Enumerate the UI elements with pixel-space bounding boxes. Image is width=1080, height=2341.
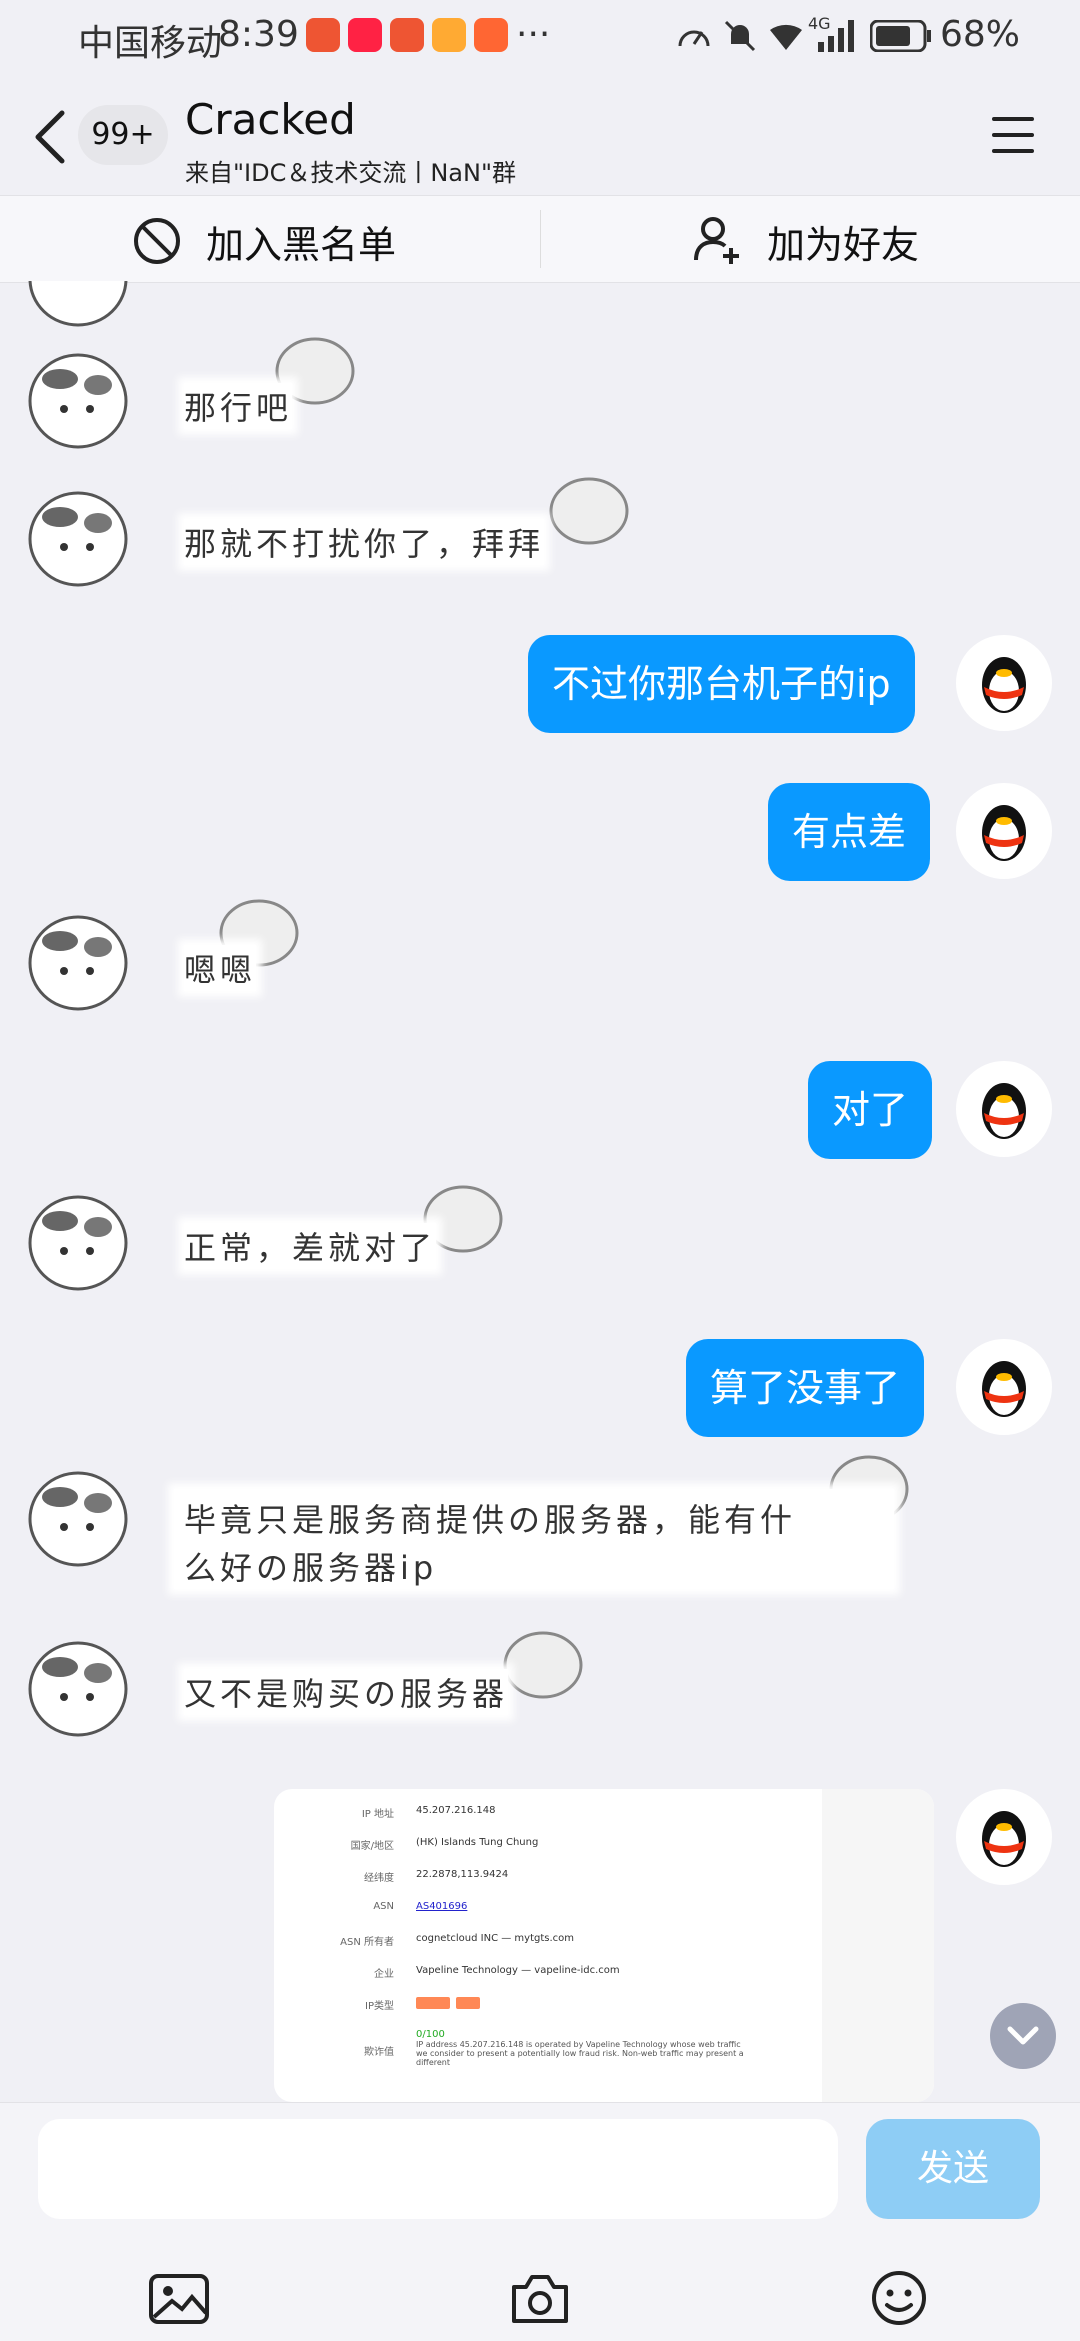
sticker-message[interactable]: 那行吧 — [134, 337, 364, 451]
blacklist-button[interactable]: 加入黑名单 — [0, 196, 540, 282]
ip-type-tag — [456, 1997, 480, 2009]
battery-icon — [870, 20, 931, 52]
ip-row-value: 22.2878,113.9424 — [416, 1869, 509, 1880]
sticker-message[interactable]: 又不是购买の服务器 — [134, 1631, 614, 1741]
add-friend-button[interactable]: 加为好友 — [541, 196, 1080, 282]
fraud-score: 0/100 — [416, 2029, 445, 2040]
blacklist-label: 加入黑名单 — [206, 223, 397, 267]
chat-title: Cracked — [185, 95, 356, 144]
app-notification-icon — [390, 18, 424, 52]
sticker-text: 又不是购买の服务器 — [184, 1669, 509, 1715]
penguin-avatar-icon[interactable] — [956, 635, 1052, 731]
more-notifications: ··· — [516, 14, 551, 55]
message-input[interactable] — [38, 2119, 838, 2219]
ip-type-tag — [416, 1997, 450, 2009]
message-bubble[interactable]: 有点差 — [768, 783, 931, 881]
fraud-note: IP address 45.207.216.148 is operated by… — [416, 2040, 744, 2067]
sticker-message[interactable]: 毕竟只是服务商提供の服务器，能有什 么好の服务器ip — [134, 1455, 934, 1599]
ip-row-value: 45.207.216.148 — [416, 1805, 496, 1816]
emoji-icon[interactable] — [870, 2269, 928, 2327]
add-friend-label: 加为好友 — [767, 223, 920, 267]
ip-row-label: 欺诈值 — [364, 2047, 394, 2058]
camera-icon[interactable] — [510, 2271, 570, 2325]
ip-row-label: ASN 所有者 — [340, 1937, 394, 1948]
sticker-text: 那就不打扰你了，拜拜 — [184, 519, 545, 565]
stranger-action-bar: 加入黑名单 加为好友 — [0, 195, 1080, 283]
message-bubble[interactable]: 对了 — [808, 1061, 933, 1159]
image-message[interactable]: IP 地址 45.207.216.148 国家/地区 (HK) Islands Tu… — [274, 1789, 934, 2102]
message-bubble[interactable]: 不过你那台机子的ip — [528, 635, 915, 733]
message-bubble[interactable]: 算了没事了 — [686, 1339, 925, 1437]
ip-row-label: IP 地址 — [361, 1809, 394, 1820]
ip-row-value: AS401696 — [416, 1901, 468, 1912]
signal-icon — [818, 20, 854, 52]
penguin-avatar-icon[interactable] — [956, 1061, 1052, 1157]
back-arrow-icon[interactable] — [30, 109, 70, 165]
image-margin — [822, 1789, 934, 2102]
message-list[interactable]: 那行吧 那就不打扰你了，拜拜 不过你那台机子的ip 有点差 嗯嗯 对了 正常，差… — [0, 281, 1080, 2102]
ip-row-label: 企业 — [374, 1969, 394, 1980]
speed-icon — [678, 30, 710, 47]
ip-row-value: (HK) Islands Tung Chung — [416, 1837, 539, 1848]
app-notification-icon — [348, 18, 382, 52]
composer: 发送 — [0, 2102, 1080, 2341]
ip-row-label: ASN — [373, 1901, 394, 1912]
sticker-message[interactable]: 嗯嗯 — [134, 899, 334, 1009]
ip-row-value: Vapeline Technology — vapeline-idc.com — [416, 1965, 620, 1976]
ip-row-label: 国家/地区 — [350, 1841, 394, 1852]
unread-count-badge[interactable]: 99+ — [78, 105, 168, 165]
mute-icon — [724, 20, 756, 52]
status-bar: 中国移动 8:39 ··· 4G 68% — [0, 0, 1080, 75]
app-notification-icon — [432, 18, 466, 52]
penguin-avatar-icon[interactable] — [956, 1789, 1052, 1885]
sender-avatar[interactable] — [18, 339, 138, 459]
sticker-text: 嗯嗯 — [184, 945, 257, 991]
app-notification-icon — [474, 18, 508, 52]
scroll-to-bottom-button[interactable] — [990, 2003, 1056, 2069]
app-notification-icon — [306, 18, 340, 52]
sticker-text-box: 毕竟只是服务商提供の服务器，能有什 么好の服务器ip — [174, 1489, 894, 1589]
ip-row-label: 经纬度 — [364, 1873, 394, 1884]
sticker-text: 那行吧 — [184, 383, 293, 429]
chat-subtitle: 来自"IDC＆技术交流丨NaN"群 — [185, 159, 517, 187]
wifi-icon — [770, 24, 802, 50]
penguin-avatar-icon[interactable] — [956, 1339, 1052, 1435]
sticker-text: 毕竟只是服务商提供の服务器，能有什 — [184, 1501, 797, 1539]
chat-header: 99+ Cracked 来自"IDC＆技术交流丨NaN"群 — [0, 75, 1080, 195]
block-icon — [134, 218, 180, 264]
sender-avatar[interactable] — [18, 477, 138, 597]
sender-avatar[interactable] — [18, 1457, 138, 1577]
cat-sticker-icon — [549, 477, 629, 545]
sticker-message[interactable]: 正常，差就对了 — [134, 1185, 534, 1285]
chevron-down-icon — [1007, 2026, 1039, 2045]
sender-avatar[interactable] — [18, 1627, 138, 1747]
sticker-text: 正常，差就对了 — [184, 1223, 437, 1269]
penguin-avatar-icon[interactable] — [956, 783, 1052, 879]
status-time: 8:39 — [218, 14, 299, 55]
sender-avatar[interactable] — [18, 281, 138, 337]
ip-row-label: IP类型 — [365, 2001, 394, 2012]
send-button[interactable]: 发送 — [866, 2119, 1040, 2219]
sticker-message[interactable]: 那就不打扰你了，拜拜 — [134, 477, 654, 591]
sender-avatar[interactable] — [18, 1181, 138, 1301]
sticker-text: 么好の服务器ip — [184, 1549, 438, 1587]
ip-row-value: cognetcloud INC — mytgts.com — [416, 1933, 574, 1944]
battery-percent: 68% — [940, 14, 1021, 55]
sender-avatar[interactable] — [18, 901, 138, 1021]
image-icon[interactable] — [148, 2273, 210, 2325]
menu-icon[interactable] — [990, 115, 1036, 155]
carrier-name: 中国移动 — [78, 23, 223, 64]
ip-info-table: IP 地址 45.207.216.148 国家/地区 (HK) Islands Tu… — [284, 1805, 814, 2085]
cat-sticker-icon — [503, 1631, 583, 1699]
add-user-icon — [694, 217, 739, 264]
